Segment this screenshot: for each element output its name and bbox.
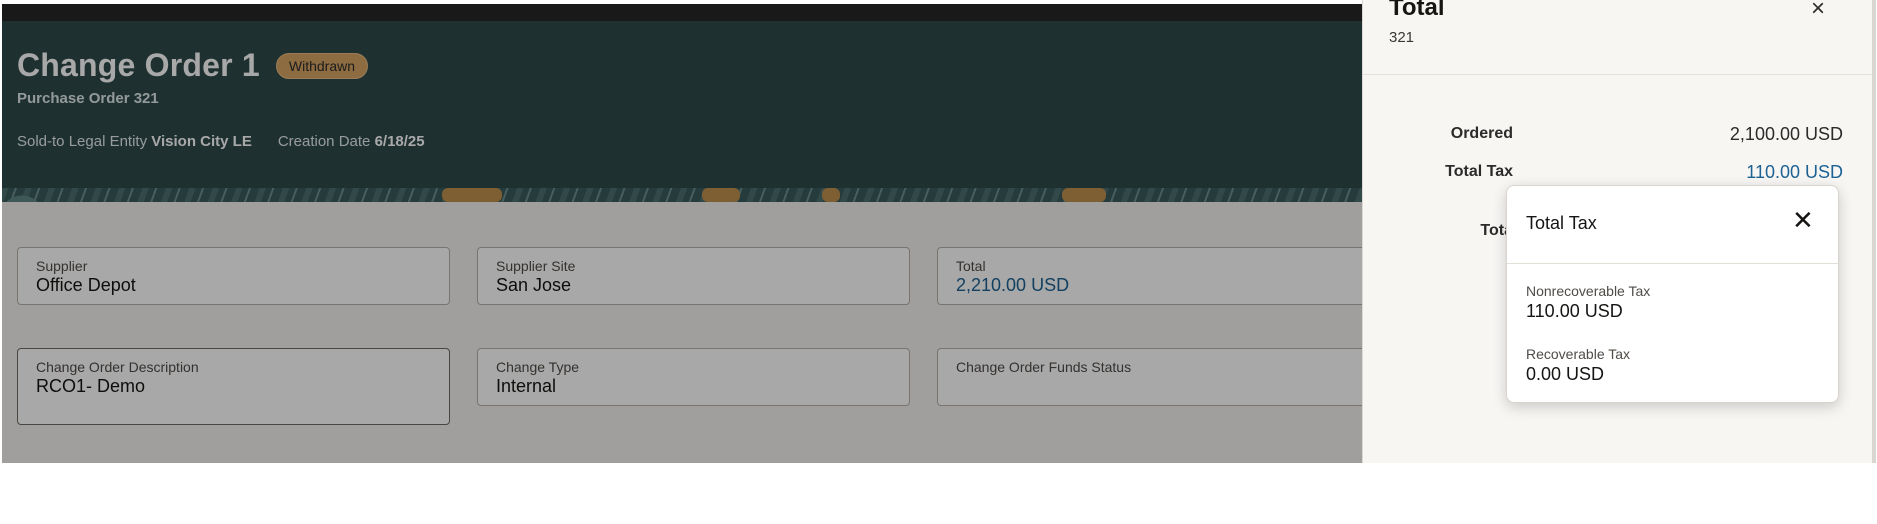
total-tax-popup: Total Tax ✕ Nonrecoverable Tax 110.00 US… [1506, 185, 1839, 403]
total-tax-label: Total Tax [1445, 163, 1513, 180]
recoverable-tax-label: Recoverable Tax [1526, 346, 1631, 362]
drawer-close-icon[interactable]: × [1811, 0, 1825, 21]
popup-close-icon[interactable]: ✕ [1792, 205, 1814, 235]
drawer-divider [1363, 74, 1873, 75]
drawer-subtitle: 321 [1389, 29, 1415, 46]
popup-divider [1507, 263, 1838, 264]
nonrecoverable-tax-label: Nonrecoverable Tax [1526, 283, 1651, 299]
modal-overlay[interactable] [2, 4, 1362, 463]
recoverable-tax-value: 0.00 USD [1526, 364, 1605, 384]
total-row-label: Tota [1480, 222, 1513, 239]
app-root: Change Order 1 Withdrawn Purchase Order … [0, 0, 1877, 524]
ordered-value: 2,100.00 USD [1729, 124, 1843, 144]
ordered-label: Ordered [1450, 125, 1513, 142]
total-tax-link[interactable]: 110.00 USD [1643, 162, 1843, 183]
drawer-scrollbar[interactable] [1872, 0, 1876, 463]
drawer-title: Total [1389, 0, 1445, 21]
nonrecoverable-tax-value: 110.00 USD [1526, 301, 1623, 321]
popup-title: Total Tax [1526, 213, 1597, 233]
